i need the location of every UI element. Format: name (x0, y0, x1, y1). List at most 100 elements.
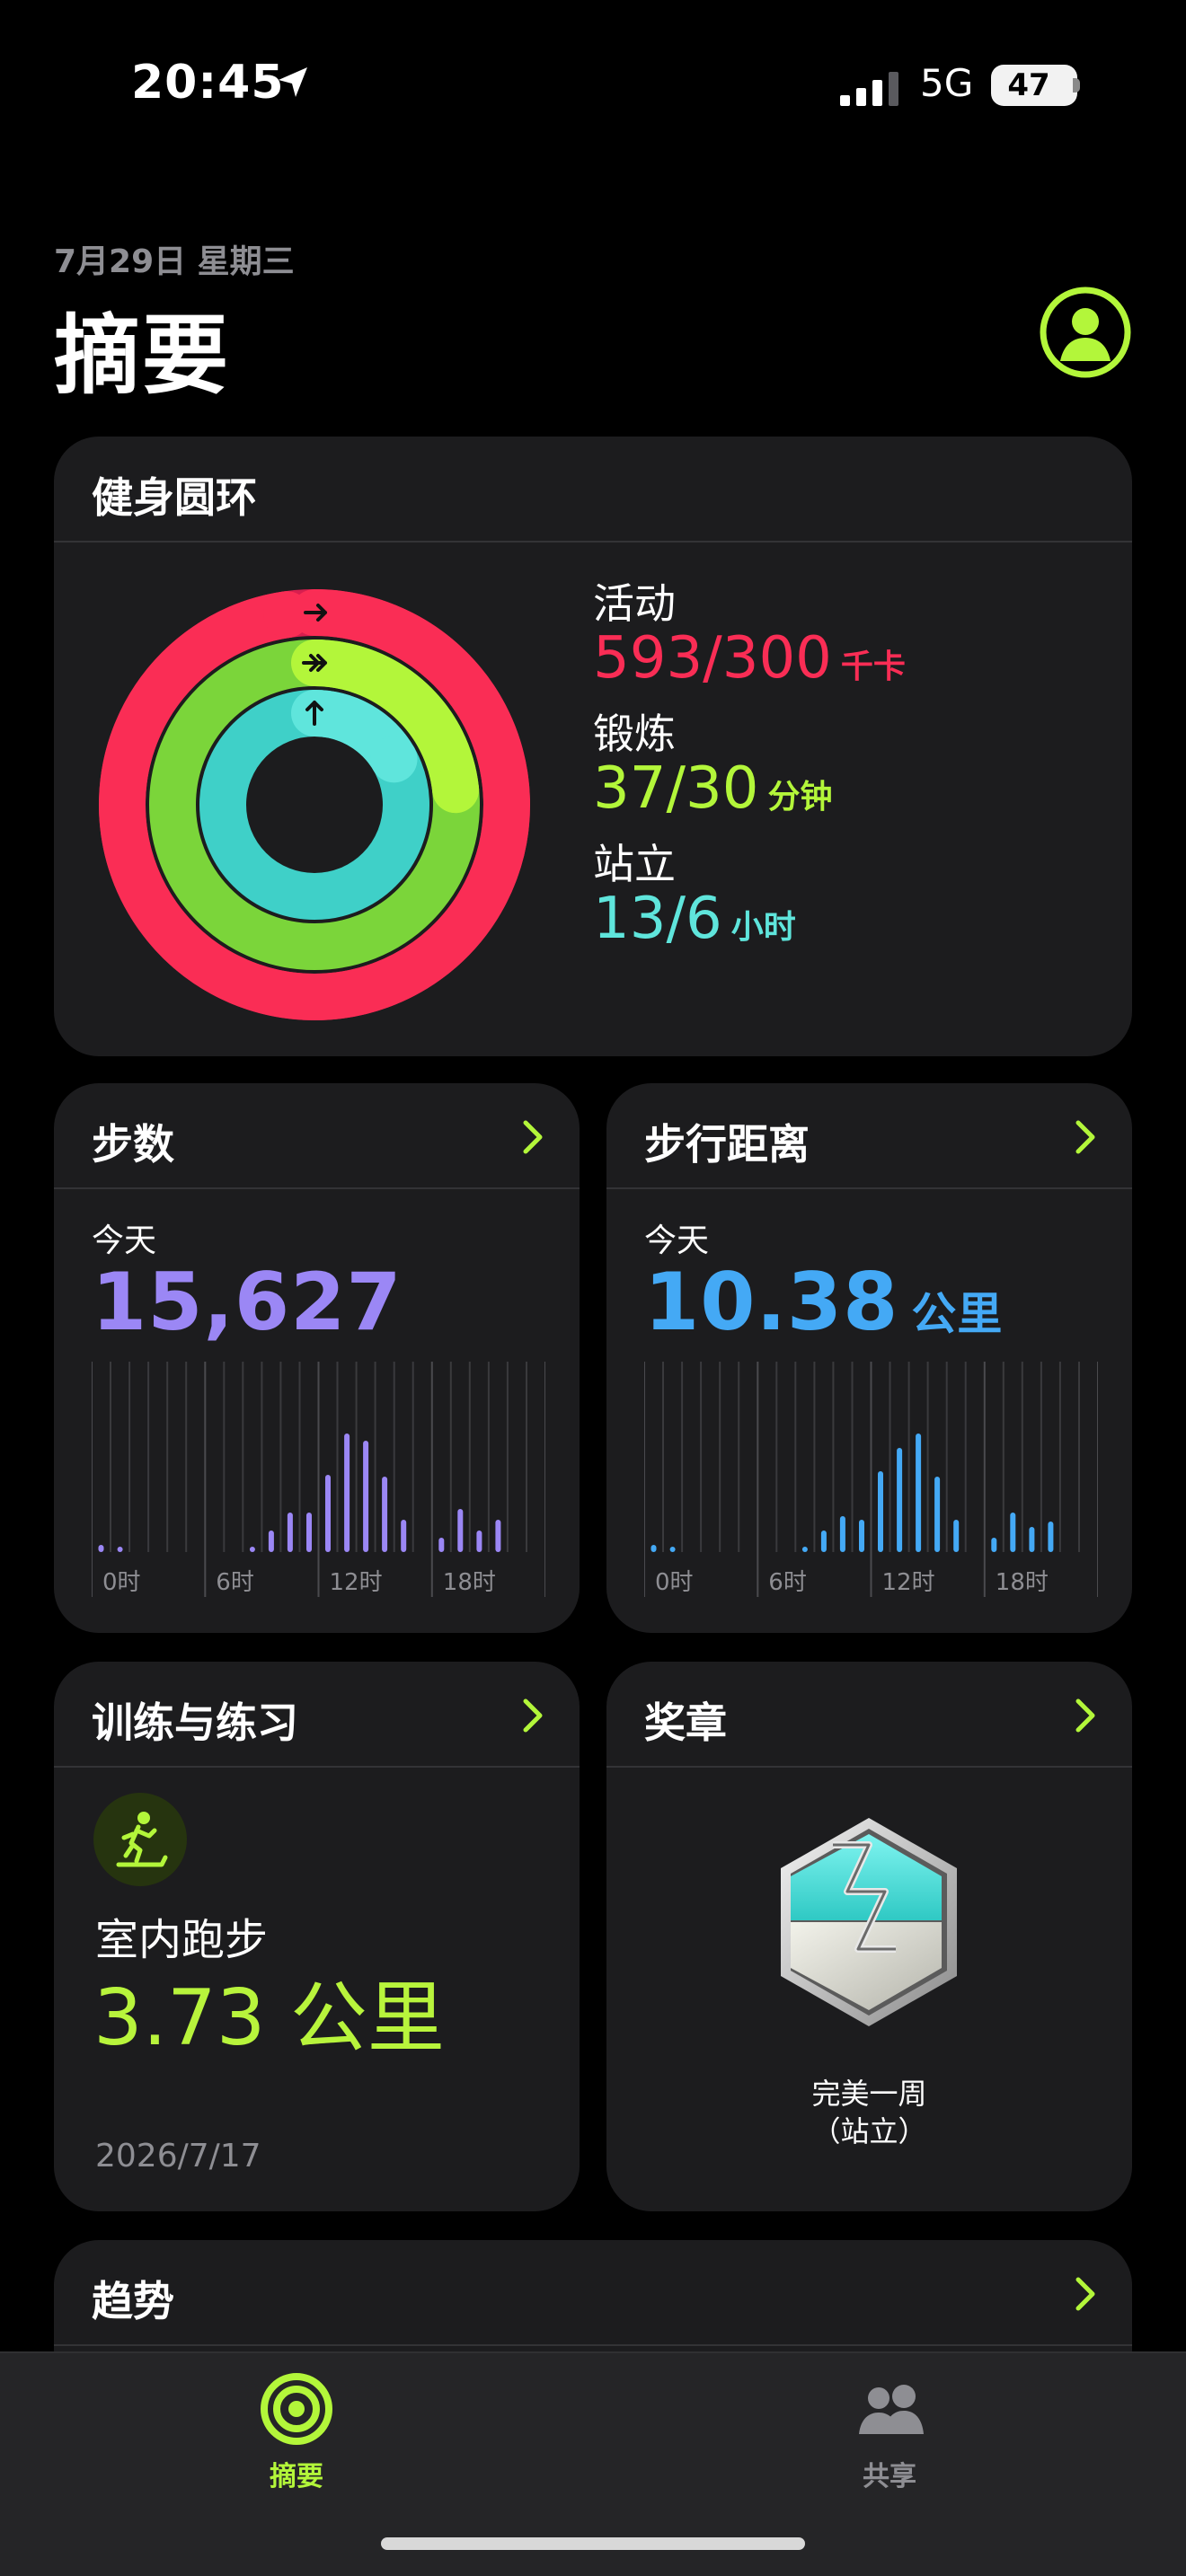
hour-bar (401, 1520, 407, 1552)
distance-title: 步行距离 (644, 1120, 810, 1169)
workout-date: 2026/7/17 (95, 2138, 261, 2175)
stand-value: 13/6 (593, 886, 722, 952)
card-header: 趋势 (54, 2240, 1132, 2346)
hour-bar (495, 1520, 501, 1552)
x-tick-label: 18时 (443, 1569, 496, 1596)
activity-rings-title: 健身圆环 (92, 473, 257, 522)
battery-indicator: 47 (991, 65, 1077, 106)
distance-hourly-chart: 0时 6时 12时 18时 (644, 1362, 1098, 1597)
exercise-value: 37/30 (593, 755, 759, 822)
x-tick-label: 18时 (996, 1569, 1049, 1596)
walking-distance-card[interactable]: 步行距离 今天 10.38 公里 0时 6时 12时 18时 (606, 1083, 1132, 1633)
hour-bar (1048, 1522, 1054, 1552)
move-unit: 千卡 (840, 648, 906, 685)
award-name-line2: （站立） (811, 2114, 927, 2148)
hour-bar (953, 1520, 960, 1552)
move-value: 593/300 (593, 625, 832, 692)
hour-bar (651, 1545, 657, 1552)
steps-count: 15,627 (92, 1256, 403, 1348)
hour-bar (457, 1509, 464, 1552)
hour-bar (287, 1513, 293, 1552)
activity-rings-card[interactable]: 健身圆环 活动 593/300 千卡 锻炼 37/30 分钟 站立 13/6 小时 (54, 437, 1132, 1056)
chevron-right-icon[interactable] (520, 1117, 545, 1157)
hour-bar (801, 1547, 808, 1552)
stand-ring-end-cap (370, 736, 418, 783)
hour-bar (916, 1434, 922, 1552)
hour-bar (820, 1531, 827, 1552)
distance-value: 10.38 公里 (644, 1256, 1003, 1348)
hour-bar (98, 1545, 104, 1552)
tab-sharing[interactable]: 共享 (782, 2371, 997, 2497)
profile-avatar-icon[interactable] (1039, 286, 1132, 379)
hour-bar (268, 1531, 274, 1552)
steps-value: 15,627 (92, 1256, 403, 1348)
awards-card[interactable]: 奖章 完美一周 （站立） (606, 1662, 1132, 2211)
exercise-unit: 分钟 (767, 779, 833, 816)
cellular-signal-icon (840, 72, 898, 106)
exercise-ring-end-cap (432, 766, 480, 814)
hour-bar (306, 1513, 312, 1552)
hour-bar (878, 1471, 883, 1552)
move-ring-end-cap (263, 591, 311, 639)
distance-unit: 公里 (911, 1288, 1004, 1340)
steps-card[interactable]: 步数 今天 15,627 0时 6时 12时 18时 (54, 1083, 580, 1633)
exercise-stat: 锻炼 37/30 分钟 (593, 701, 832, 822)
exercise-label: 锻炼 (593, 710, 676, 758)
distance-number: 10.38 (644, 1256, 899, 1348)
people-icon (859, 2385, 924, 2434)
card-header: 奖章 (606, 1662, 1132, 1768)
workout-icon-badge (93, 1793, 187, 1886)
activity-rings-tab-icon (261, 2373, 332, 2445)
battery-cap (1073, 78, 1080, 93)
hour-bar (897, 1448, 903, 1552)
page-title: 摘要 (54, 305, 230, 406)
x-tick-label: 12时 (882, 1569, 935, 1596)
x-tick-label: 0时 (102, 1569, 141, 1596)
award-name: 完美一周 （站立） (606, 2075, 1132, 2150)
steps-title: 步数 (92, 1120, 174, 1169)
status-time: 20:45 (131, 56, 285, 110)
award-name-line1: 完美一周 (811, 2077, 927, 2111)
hour-bar (363, 1441, 369, 1552)
home-indicator (381, 2537, 805, 2550)
card-header: 训练与练习 (54, 1662, 580, 1768)
hour-bar (476, 1531, 482, 1552)
x-tick-label: 0时 (655, 1569, 694, 1596)
screen: 20:45 5G 47 7月29日 星期三 摘要 健身圆环 活动 593/300… (0, 0, 1186, 2576)
steps-today-label: 今天 (92, 1222, 157, 1259)
chevron-right-icon[interactable] (1073, 2274, 1098, 2314)
x-tick-label: 6时 (216, 1569, 254, 1596)
move-label: 活动 (593, 579, 676, 628)
hour-bar (859, 1520, 864, 1552)
tab-summary-label: 摘要 (270, 2461, 323, 2492)
hour-bar (249, 1547, 255, 1552)
hour-bar (934, 1477, 941, 1552)
stand-stat: 站立 13/6 小时 (593, 832, 796, 952)
workout-distance: 3.73 公里 (93, 1973, 445, 2063)
workouts-card[interactable]: 训练与练习 室内跑步 3.73 公里 2026/7/17 (54, 1662, 580, 2211)
hour-bar (344, 1434, 350, 1552)
chevron-right-icon[interactable] (1073, 1117, 1098, 1157)
header-date: 7月29日 星期三 (54, 243, 295, 280)
hour-bar (1029, 1527, 1035, 1552)
hour-bar (991, 1538, 997, 1552)
tab-sharing-label: 共享 (863, 2461, 916, 2492)
stand-label: 站立 (593, 840, 676, 888)
move-stat: 活动 593/300 千卡 (593, 571, 906, 692)
chevron-right-icon[interactable] (1073, 1696, 1098, 1735)
x-tick-label: 12时 (330, 1569, 383, 1596)
hexagon-award-badge-icon[interactable] (770, 1814, 968, 2030)
tab-summary[interactable]: 摘要 (189, 2371, 404, 2497)
card-header: 步行距离 (606, 1083, 1132, 1189)
distance-today-label: 今天 (644, 1222, 710, 1259)
status-bar: 20:45 5G 47 (0, 54, 1186, 117)
x-tick-label: 6时 (768, 1569, 807, 1596)
network-type-label: 5G (920, 61, 974, 105)
stand-unit: 小时 (730, 909, 796, 946)
card-header: 步数 (54, 1083, 580, 1189)
awards-title: 奖章 (644, 1698, 727, 1747)
workouts-title: 训练与练习 (92, 1698, 298, 1747)
chevron-right-icon[interactable] (520, 1696, 545, 1735)
battery-level: 47 (1007, 67, 1050, 103)
steps-hourly-chart: 0时 6时 12时 18时 (92, 1362, 545, 1597)
